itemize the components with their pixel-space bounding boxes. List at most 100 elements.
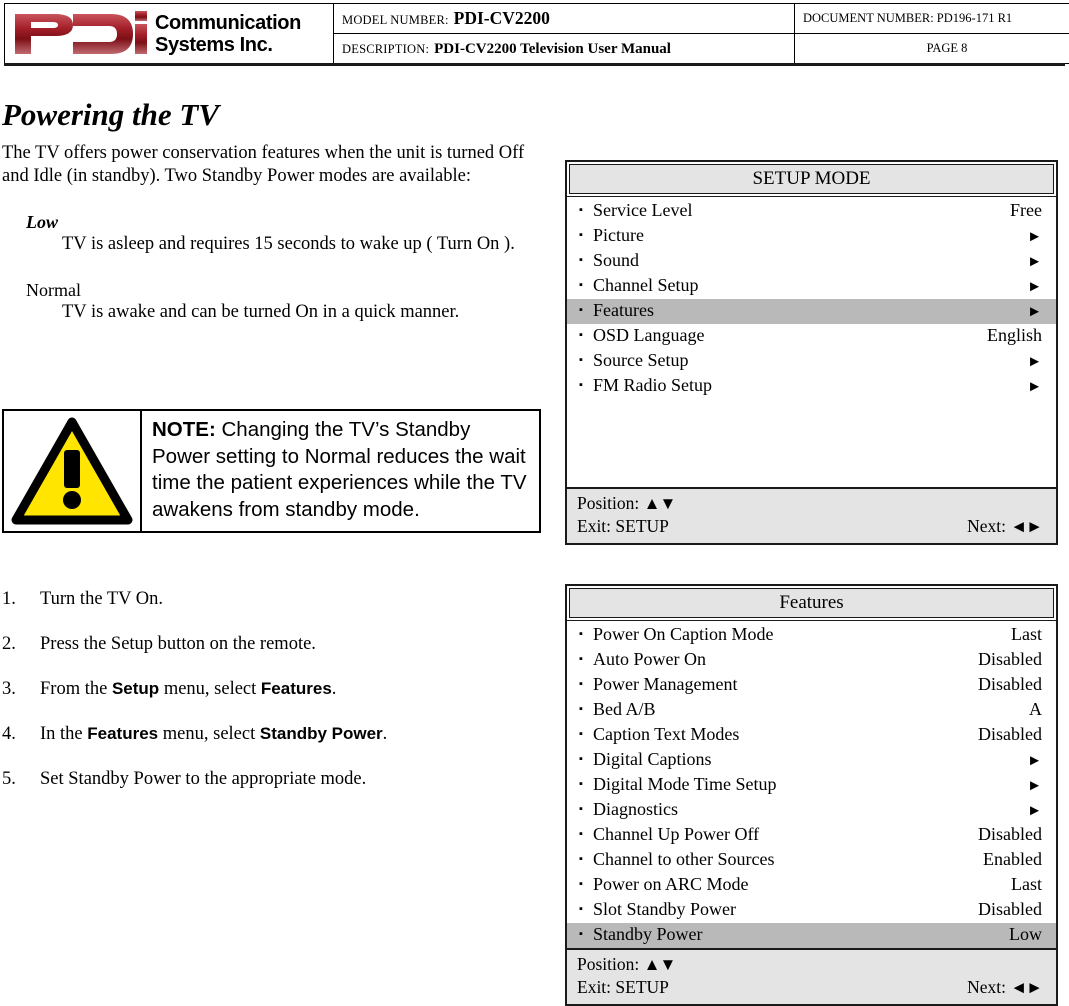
bullet-square-icon: ▪	[579, 224, 593, 246]
osd-menu-item-value: Disabled	[968, 648, 1042, 670]
osd-empty-row	[567, 443, 1056, 465]
step-text-post: .	[332, 679, 337, 699]
osd-setup-mode-panel: SETUP MODE ▪Service LevelFree▪Picture►▪S…	[565, 160, 1058, 545]
osd-menu-item[interactable]: ▪Digital Mode Time Setup►	[567, 773, 1056, 798]
note-text: NOTE: Changing the TV’s Standby Power se…	[142, 411, 539, 531]
bullet-square-icon: ▪	[579, 648, 593, 670]
updown-arrows-icon: ▲▼	[644, 494, 676, 513]
list-item: 1. Turn the TV On.	[2, 588, 542, 610]
osd-menu-item[interactable]: ▪Diagnostics►	[567, 798, 1056, 823]
mode-low-term: Low	[26, 212, 548, 233]
osd-menu-item-label: FM Radio Setup	[593, 374, 1017, 396]
step-number: 1.	[2, 588, 40, 610]
osd-menu-item-label: Sound	[593, 249, 1017, 271]
company-logo-cell: Communication Systems Inc.	[5, 4, 334, 64]
osd-menu-item[interactable]: ▪Service LevelFree	[567, 199, 1056, 224]
osd-features-footer: Position: ▲▼ Exit: SETUP Next: ◄►	[567, 948, 1056, 1004]
bullet-square-icon: ▪	[579, 873, 593, 895]
osd-setup-footer: Position: ▲▼ Exit: SETUP Next: ◄►	[567, 487, 1056, 543]
osd-menu-item-value: Low	[999, 923, 1042, 945]
intro-paragraph: The TV offers power conservation feature…	[2, 142, 542, 188]
osd-features-title: Features	[569, 588, 1054, 618]
osd-menu-item-value: Free	[1000, 199, 1042, 221]
osd-menu-item-label: Caption Text Modes	[593, 723, 968, 745]
osd-next-label: Next:	[967, 977, 1006, 997]
osd-menu-item[interactable]: ▪Picture►	[567, 224, 1056, 249]
bullet-square-icon: ▪	[579, 823, 593, 845]
osd-menu-item[interactable]: ▪Auto Power OnDisabled	[567, 648, 1056, 673]
list-item: 3. From the Setup menu, select Features.	[2, 678, 542, 700]
osd-menu-item[interactable]: ▪Power on ARC ModeLast	[567, 873, 1056, 898]
description-cell: DESCRIPTION:PDI-CV2200 Television User M…	[334, 34, 795, 64]
osd-menu-item-label: Digital Captions	[593, 748, 1017, 770]
osd-menu-item-value: Disabled	[968, 723, 1042, 745]
osd-menu-item[interactable]: ▪Channel Setup►	[567, 274, 1056, 299]
osd-menu-item[interactable]: ▪Caption Text ModesDisabled	[567, 723, 1056, 748]
osd-empty-row	[567, 399, 1056, 421]
osd-menu-item[interactable]: ▪Power On Caption ModeLast	[567, 623, 1056, 648]
osd-menu-item-value: Disabled	[968, 673, 1042, 695]
step-text-pre: From the	[40, 679, 112, 699]
osd-next-label: Next:	[967, 516, 1006, 536]
list-item: 2. Press the Setup button on the remote.	[2, 633, 542, 655]
osd-menu-item[interactable]: ▪Sound►	[567, 249, 1056, 274]
logo-company-line-1: Communication	[155, 12, 301, 34]
osd-menu-item[interactable]: ▪Bed A/BA	[567, 698, 1056, 723]
osd-menu-item[interactable]: ▪OSD LanguageEnglish	[567, 324, 1056, 349]
osd-menu-item[interactable]: ▪FM Radio Setup►	[567, 374, 1056, 399]
osd-empty-row	[567, 465, 1056, 487]
submenu-arrow-icon: ►	[1017, 800, 1042, 822]
osd-menu-item[interactable]: ▪Features►	[567, 299, 1056, 324]
model-number-cell: MODEL NUMBER:PDI-CV2200	[334, 4, 795, 34]
osd-menu-item-label: Power on ARC Mode	[593, 873, 1001, 895]
procedure-steps-list: 1. Turn the TV On. 2. Press the Setup bu…	[2, 588, 542, 813]
mode-normal-term: Normal	[26, 280, 548, 301]
step-number: 4.	[2, 723, 40, 745]
osd-menu-item-label: OSD Language	[593, 324, 977, 346]
osd-menu-item[interactable]: ▪Channel Up Power OffDisabled	[567, 823, 1056, 848]
mode-normal-definition: TV is awake and can be turned On in a qu…	[62, 301, 540, 324]
bullet-square-icon: ▪	[579, 299, 593, 321]
osd-menu-item-value: Last	[1001, 873, 1042, 895]
note-icon-cell	[4, 411, 142, 531]
osd-menu-item-label: Picture	[593, 224, 1017, 246]
bullet-square-icon: ▪	[579, 199, 593, 221]
main-content-column: Powering the TV The TV offers power cons…	[2, 98, 548, 324]
bullet-square-icon: ▪	[579, 798, 593, 820]
note-label: NOTE:	[152, 418, 216, 441]
step-ui-term-2: Standby Power	[260, 724, 383, 743]
step-text: Turn the TV On.	[40, 588, 542, 610]
updown-arrows-icon: ▲▼	[644, 955, 676, 974]
osd-menu-item-value: Last	[1001, 623, 1042, 645]
bullet-square-icon: ▪	[579, 374, 593, 396]
osd-menu-item-label: Channel Up Power Off	[593, 823, 968, 845]
osd-setup-menu-list: ▪Service LevelFree▪Picture►▪Sound►▪Chann…	[567, 196, 1056, 487]
osd-menu-item[interactable]: ▪Source Setup►	[567, 349, 1056, 374]
submenu-arrow-icon: ►	[1017, 301, 1042, 323]
osd-menu-item-label: Service Level	[593, 199, 1000, 221]
list-item: 5. Set Standby Power to the appropriate …	[2, 768, 542, 790]
pdi-logo-icon	[11, 8, 151, 60]
step-text-pre: Press the Setup button on the remote.	[40, 634, 316, 654]
step-ui-term-1: Features	[87, 724, 158, 743]
bullet-square-icon: ▪	[579, 673, 593, 695]
osd-menu-item[interactable]: ▪Power ManagementDisabled	[567, 673, 1056, 698]
page-title: Powering the TV	[2, 98, 548, 132]
page-number-cell: PAGE 8	[795, 34, 1069, 64]
osd-menu-item-label: Bed A/B	[593, 698, 1019, 720]
osd-menu-item[interactable]: ▪Digital Captions►	[567, 748, 1056, 773]
step-text: In the Features menu, select Standby Pow…	[40, 723, 542, 745]
osd-menu-item[interactable]: ▪Standby PowerLow	[567, 923, 1056, 948]
step-text-mid: menu, select	[159, 679, 261, 699]
document-header-table: Communication Systems Inc. MODEL NUMBER:…	[4, 3, 1069, 64]
osd-menu-item[interactable]: ▪Slot Standby PowerDisabled	[567, 898, 1056, 923]
document-number-cell: DOCUMENT NUMBER: PD196-171 R1	[795, 4, 1069, 34]
osd-position-label: Position:	[577, 493, 639, 513]
osd-menu-item[interactable]: ▪Channel to other SourcesEnabled	[567, 848, 1056, 873]
step-text-pre: Set Standby Power to the appropriate mod…	[40, 769, 366, 789]
warning-triangle-icon	[11, 417, 133, 525]
mode-low-block: Low TV is asleep and requires 15 seconds…	[2, 212, 548, 256]
header-divider-rule	[4, 63, 1065, 66]
bullet-square-icon: ▪	[579, 349, 593, 371]
model-number-value: PDI-CV2200	[449, 8, 550, 28]
